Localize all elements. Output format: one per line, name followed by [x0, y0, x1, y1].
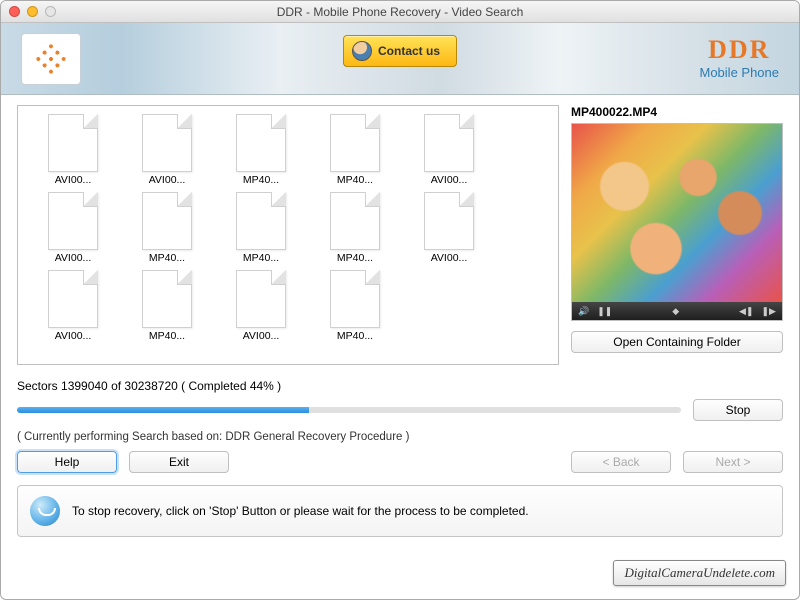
pause-icon[interactable]: ❚❚	[597, 306, 612, 317]
preview-column: MP400022.MP4 🔊 ❚❚ ◆ ◀❚ ❚▶	[571, 105, 783, 365]
progress-text: Sectors 1399040 of 30238720 ( Completed …	[17, 379, 783, 393]
file-list-panel[interactable]: AVI00... AVI00... MP40... MP40... AVI00... AV…	[17, 105, 559, 365]
back-button: < Back	[571, 451, 671, 473]
file-item[interactable]: MP40...	[224, 192, 298, 264]
info-text: To stop recovery, click on 'Stop' Button…	[72, 504, 529, 518]
file-label: MP40...	[130, 252, 204, 264]
file-item[interactable]: AVI00...	[412, 192, 486, 264]
file-item[interactable]: AVI00...	[224, 270, 298, 342]
help-button[interactable]: Help	[17, 451, 117, 473]
maximize-icon	[45, 6, 56, 17]
file-icon	[236, 192, 286, 250]
button-row: Help Exit < Back Next >	[17, 451, 783, 473]
file-item[interactable]: MP40...	[130, 270, 204, 342]
traffic-lights	[9, 6, 56, 17]
file-label: MP40...	[318, 252, 392, 264]
file-item[interactable]: MP40...	[318, 270, 392, 342]
file-label: AVI00...	[36, 252, 110, 264]
file-label: AVI00...	[412, 252, 486, 264]
close-icon[interactable]	[9, 6, 20, 17]
prev-track-icon[interactable]: ◀❚	[739, 306, 753, 317]
file-icon	[236, 270, 286, 328]
file-item[interactable]: AVI00...	[412, 114, 486, 186]
content-area: AVI00... AVI00... MP40... MP40... AVI00... AV…	[1, 95, 799, 547]
app-window: DDR - Mobile Phone Recovery - Video Sear…	[0, 0, 800, 600]
titlebar: DDR - Mobile Phone Recovery - Video Sear…	[1, 1, 799, 23]
file-icon	[48, 114, 98, 172]
file-label: AVI00...	[130, 174, 204, 186]
preview-thumbnail	[572, 124, 782, 302]
file-grid: AVI00... AVI00... MP40... MP40... AVI00... AV…	[36, 114, 550, 342]
brand: DDR Mobile Phone	[700, 37, 780, 80]
file-icon	[330, 114, 380, 172]
contact-us-button[interactable]: Contact us	[343, 35, 457, 67]
person-icon	[352, 41, 372, 61]
file-icon	[330, 270, 380, 328]
progress-row: Stop	[17, 399, 783, 421]
file-label: MP40...	[318, 174, 392, 186]
file-icon	[142, 114, 192, 172]
progress-fill	[17, 407, 309, 413]
progress-section: Sectors 1399040 of 30238720 ( Completed …	[17, 379, 783, 443]
file-item[interactable]: MP40...	[318, 114, 392, 186]
speech-bubble-icon	[30, 496, 60, 526]
file-item[interactable]: AVI00...	[36, 192, 110, 264]
file-item[interactable]: AVI00...	[130, 114, 204, 186]
file-icon	[424, 114, 474, 172]
file-item[interactable]: MP40...	[318, 192, 392, 264]
contact-label: Contact us	[378, 44, 440, 58]
preview-filename: MP400022.MP4	[571, 105, 783, 119]
file-label: MP40...	[130, 330, 204, 342]
volume-icon[interactable]: 🔊	[578, 306, 589, 317]
file-label: AVI00...	[36, 330, 110, 342]
file-label: AVI00...	[36, 174, 110, 186]
brand-subtitle: Mobile Phone	[700, 65, 780, 80]
file-icon	[48, 192, 98, 250]
search-info-text: ( Currently performing Search based on: …	[17, 431, 783, 443]
file-label: MP40...	[224, 252, 298, 264]
seek-diamond-icon[interactable]: ◆	[672, 306, 679, 317]
logo-icon	[30, 37, 72, 79]
file-icon	[330, 192, 380, 250]
app-logo	[21, 33, 81, 85]
file-icon	[142, 192, 192, 250]
app-header: Contact us DDR Mobile Phone	[1, 23, 799, 95]
file-icon	[236, 114, 286, 172]
brand-title: DDR	[700, 37, 780, 63]
file-label: AVI00...	[224, 330, 298, 342]
open-containing-folder-button[interactable]: Open Containing Folder	[571, 331, 783, 353]
file-label: MP40...	[318, 330, 392, 342]
main-row: AVI00... AVI00... MP40... MP40... AVI00... AV…	[17, 105, 783, 365]
video-controls: 🔊 ❚❚ ◆ ◀❚ ❚▶	[572, 302, 782, 320]
file-icon	[424, 192, 474, 250]
progress-bar	[17, 407, 681, 413]
file-icon	[48, 270, 98, 328]
file-label: AVI00...	[412, 174, 486, 186]
file-icon	[142, 270, 192, 328]
file-item[interactable]: MP40...	[130, 192, 204, 264]
file-label: MP40...	[224, 174, 298, 186]
next-button: Next >	[683, 451, 783, 473]
window-title: DDR - Mobile Phone Recovery - Video Sear…	[1, 5, 799, 19]
exit-button[interactable]: Exit	[129, 451, 229, 473]
next-track-icon[interactable]: ❚▶	[762, 306, 776, 317]
watermark: DigitalCameraUndelete.com	[613, 560, 786, 586]
minimize-icon[interactable]	[27, 6, 38, 17]
video-preview: 🔊 ❚❚ ◆ ◀❚ ❚▶	[571, 123, 783, 321]
info-box: To stop recovery, click on 'Stop' Button…	[17, 485, 783, 537]
file-item[interactable]: AVI00...	[36, 270, 110, 342]
file-item[interactable]: MP40...	[224, 114, 298, 186]
stop-button[interactable]: Stop	[693, 399, 783, 421]
file-item[interactable]: AVI00...	[36, 114, 110, 186]
